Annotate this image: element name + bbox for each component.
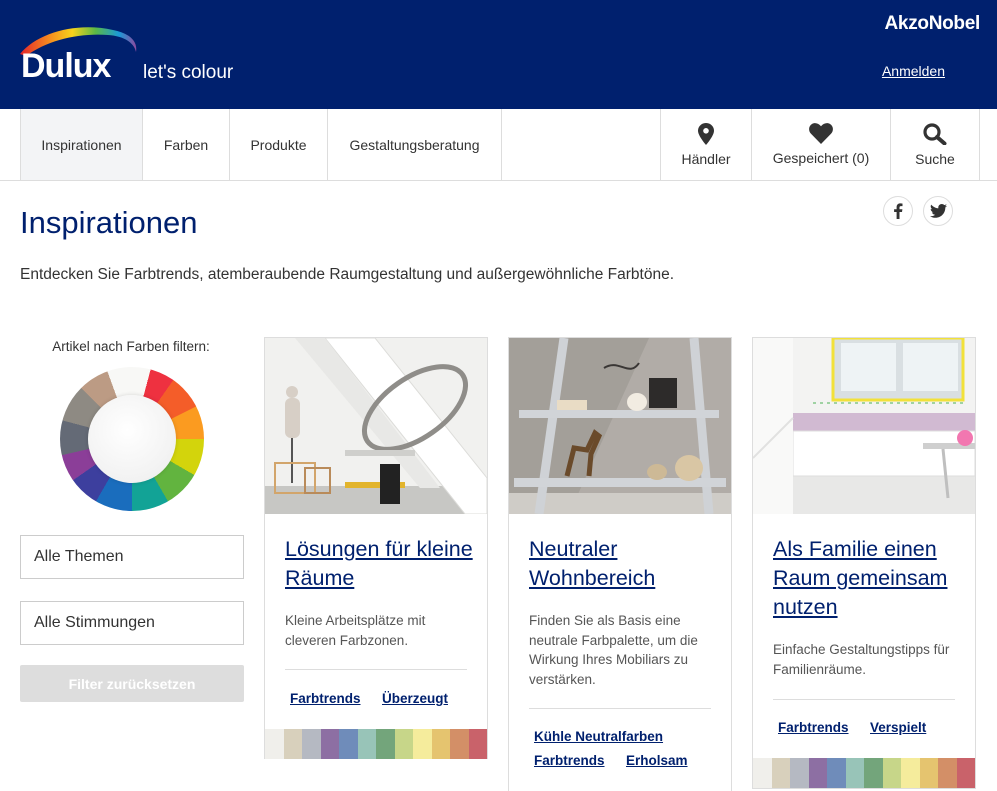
color-swatches [265, 729, 487, 759]
nav-item-farben[interactable]: Farben [143, 109, 230, 180]
logo-tagline: let's colour [143, 62, 234, 83]
swatch[interactable] [302, 729, 321, 759]
search-icon [923, 122, 947, 145]
nav-item-label: Gestaltungsberatung [349, 136, 480, 153]
swatch[interactable] [413, 729, 432, 759]
moods-select[interactable]: Alle Stimmungen [20, 601, 244, 645]
heart-icon [809, 123, 833, 144]
nav-item-gestaltungsberatung[interactable]: Gestaltungsberatung [328, 109, 502, 180]
dealer-label: Händler [681, 150, 731, 167]
swatch[interactable] [320, 729, 339, 759]
search-label: Suche [915, 150, 955, 167]
nav-item-label: Inspirationen [41, 136, 122, 153]
main-nav: Inspirationen Farben Produkte Gestaltung… [0, 109, 997, 181]
article-card[interactable]: Neutraler Wohnbereich Finden Sie als Bas… [508, 337, 732, 791]
swatch[interactable] [339, 729, 358, 759]
swatch[interactable] [956, 758, 975, 788]
article-card[interactable]: Lösungen für kleine Räume Kleine Arbeits… [264, 337, 488, 759]
swatch[interactable] [431, 729, 450, 759]
reset-filter-button[interactable]: Filter zurücksetzen [20, 665, 244, 702]
tag-link[interactable]: Farbtrends [778, 720, 849, 735]
themes-select-value: Alle Themen [34, 548, 124, 565]
card-divider [285, 669, 467, 670]
staircase-room-image [265, 338, 487, 514]
saved-button[interactable]: Gespeichert (0) [751, 109, 890, 180]
location-pin-icon [698, 122, 714, 145]
swatch[interactable] [468, 729, 487, 759]
color-filter-label: Artikel nach Farben filtern: [52, 339, 210, 354]
facebook-share-button[interactable] [883, 196, 913, 226]
tag-link[interactable]: Farbtrends [534, 753, 605, 768]
color-swatches [753, 758, 975, 788]
swatch[interactable] [450, 729, 469, 759]
swatch[interactable] [790, 758, 809, 788]
card-divider [773, 699, 955, 700]
logo-wordmark: Dulux [21, 47, 111, 85]
swatch[interactable] [882, 758, 901, 788]
swatch[interactable] [864, 758, 883, 788]
color-wheel-center [88, 395, 176, 483]
swatch[interactable] [394, 729, 413, 759]
card-divider [529, 708, 711, 709]
family-kitchen-image [753, 338, 975, 514]
akzonobel-brand[interactable]: AkzoNobel [885, 13, 981, 35]
swatch[interactable] [919, 758, 938, 788]
intro-text: Entdecken Sie Farbtrends, atemberaubende… [20, 266, 674, 283]
swatch[interactable] [265, 729, 284, 759]
swatch[interactable] [376, 729, 395, 759]
swatch[interactable] [901, 758, 920, 788]
tag-link[interactable]: Kühle Neutralfarben [534, 729, 663, 744]
nav-item-label: Farben [163, 136, 209, 153]
site-header: Dulux let's colour AkzoNobel Anmelden [0, 0, 997, 109]
swatch[interactable] [845, 758, 864, 788]
themes-select[interactable]: Alle Themen [20, 535, 244, 579]
tag-link[interactable]: Erholsam [626, 753, 688, 768]
article-title-link[interactable]: Neutraler Wohnbereich [529, 535, 719, 593]
article-description: Einfache Gestaltungstipps für Familienrä… [773, 642, 950, 677]
facebook-icon [894, 203, 903, 219]
article-title-link[interactable]: Als Familie einen Raum gemeinsam nutzen [773, 535, 963, 622]
page-title: Inspirationen [20, 205, 198, 240]
moods-select-value: Alle Stimmungen [34, 614, 155, 631]
swatch[interactable] [771, 758, 790, 788]
tag-link[interactable]: Farbtrends [290, 691, 361, 706]
nav-item-produkte[interactable]: Produkte [230, 109, 328, 180]
swatch[interactable] [753, 758, 772, 788]
article-image[interactable] [753, 338, 975, 514]
color-wheel-filter[interactable] [60, 367, 204, 511]
swatch[interactable] [357, 729, 376, 759]
swatch[interactable] [808, 758, 827, 788]
nav-item-inspirationen[interactable]: Inspirationen [20, 109, 143, 180]
article-description: Finden Sie als Basis eine neutrale Farbp… [529, 613, 698, 687]
swatch[interactable] [938, 758, 957, 788]
swatch[interactable] [283, 729, 302, 759]
twitter-icon [929, 204, 947, 218]
dulux-logo[interactable]: Dulux let's colour [18, 24, 258, 88]
article-image[interactable] [265, 338, 487, 514]
search-button[interactable]: Suche [890, 109, 980, 180]
dealer-button[interactable]: Händler [660, 109, 751, 180]
saved-label: Gespeichert (0) [772, 150, 870, 166]
article-card[interactable]: Als Familie einen Raum gemeinsam nutzen … [752, 337, 976, 789]
shelf-room-image [509, 338, 731, 514]
tag-link[interactable]: Verspielt [870, 720, 926, 735]
twitter-share-button[interactable] [923, 196, 953, 226]
tag-link[interactable]: Überzeugt [382, 691, 448, 706]
article-image[interactable] [509, 338, 731, 514]
article-description: Kleine Arbeitsplätze mit cleveren Farbzo… [285, 613, 426, 648]
login-link[interactable]: Anmelden [882, 63, 945, 79]
article-title-link[interactable]: Lösungen für kleine Räume [285, 535, 475, 593]
swatch[interactable] [827, 758, 846, 788]
nav-item-label: Produkte [250, 136, 307, 153]
